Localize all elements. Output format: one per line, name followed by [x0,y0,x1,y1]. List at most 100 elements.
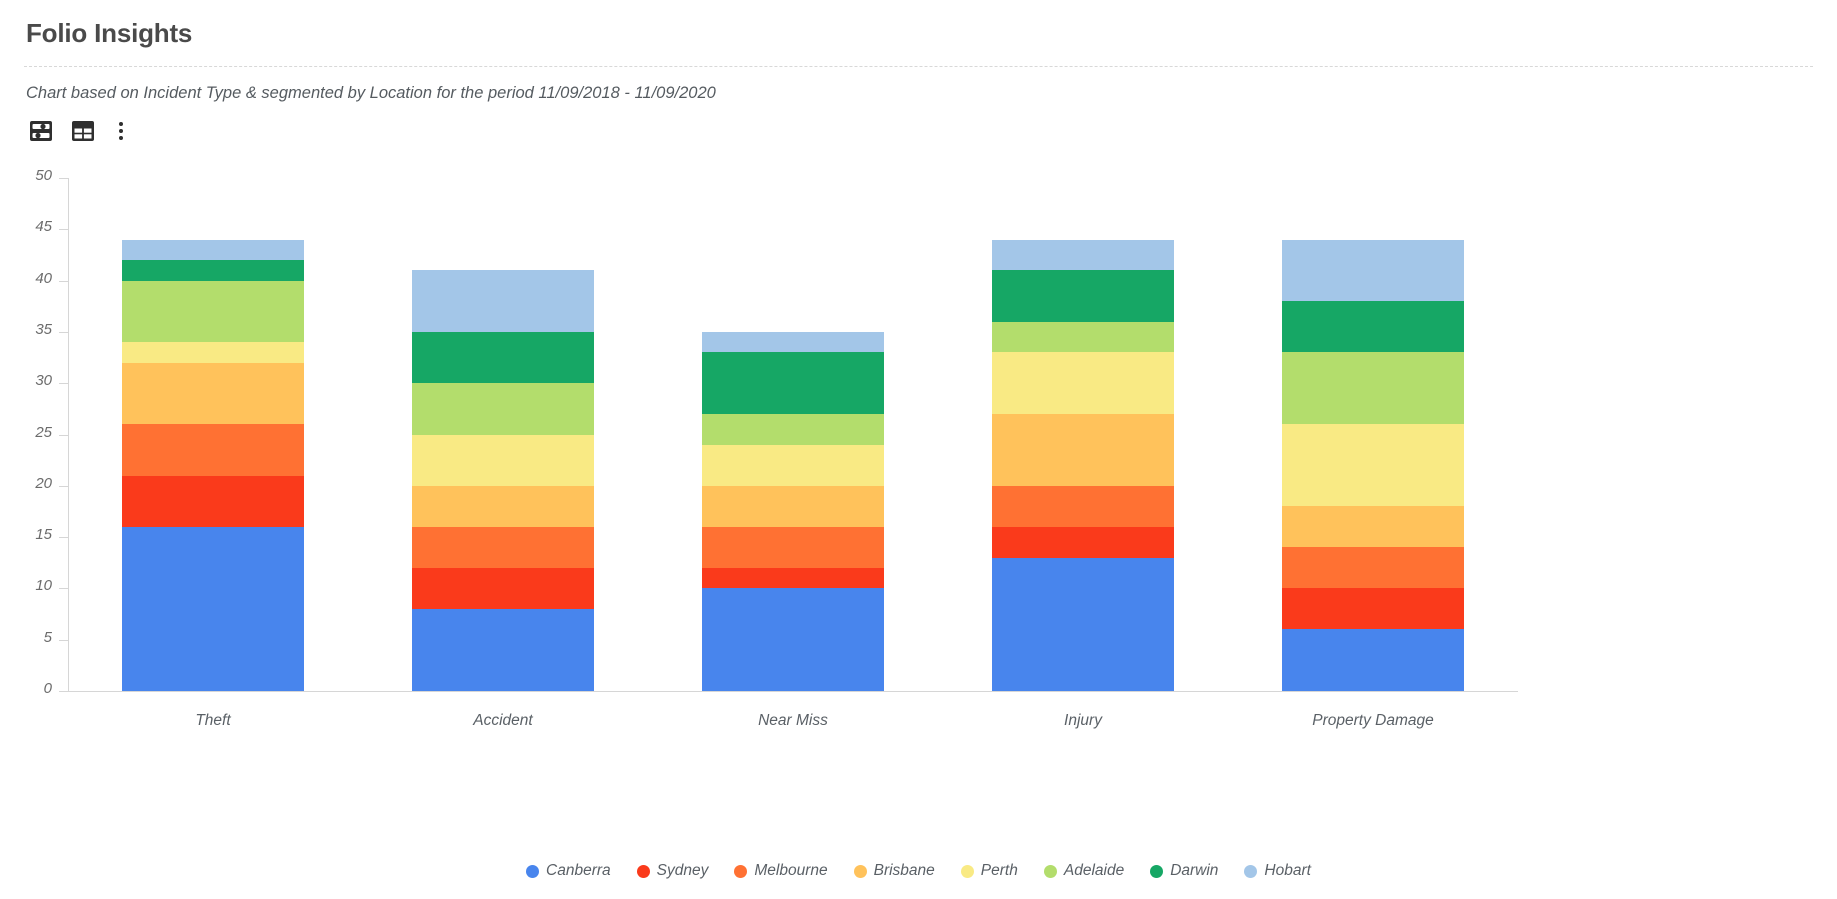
bar-segment[interactable] [412,383,594,435]
page-title: Folio Insights [26,18,193,48]
chart-subtitle: Chart based on Incident Type & segmented… [26,84,716,102]
y-axis-tick-label: 20 [35,474,52,492]
legend-color-dot [853,864,867,878]
bar-segment[interactable] [412,526,594,568]
legend-item[interactable]: Adelaide [1043,862,1125,880]
bar-segment[interactable] [702,352,884,415]
bar-segment[interactable] [702,567,884,589]
legend-label: Melbourne [754,862,828,879]
legend-color-dot [1150,864,1164,878]
bar-segment[interactable] [992,239,1174,271]
x-axis-line [68,691,1518,692]
stacked-bar[interactable] [992,239,1174,691]
bar-segment[interactable] [702,526,884,568]
bar-segment[interactable] [702,331,884,353]
legend-color-dot [636,864,650,878]
y-axis-tick-label: 25 [35,423,52,441]
stacked-bar-chart: 0 5 10 15 20 25 30 35 40 45 50 Theft Accident Near M… [0,160,1837,740]
y-axis-tick-mark [59,588,68,590]
x-axis-label: Near Miss [758,712,828,729]
bar-segment[interactable] [992,270,1174,322]
stacked-bar[interactable] [702,331,884,691]
bar-group: Injury [938,178,1228,729]
bar-segment[interactable] [412,270,594,332]
y-axis-tick-mark [59,485,68,487]
y-axis-tick-mark [59,178,68,179]
y-axis-tick-mark [59,537,68,539]
y-axis-tick-mark [59,229,68,231]
y-axis-tick-mark [59,280,68,282]
bar-segment[interactable] [702,444,884,486]
more-options-icon[interactable] [112,118,130,144]
legend-item[interactable]: Hobart [1244,862,1311,880]
bar-segment[interactable] [412,608,594,691]
x-axis-label: Injury [1064,712,1102,729]
legend-color-dot [1244,864,1258,878]
legend-item[interactable]: Perth [960,862,1018,880]
stacked-bar[interactable] [412,270,594,691]
bar-segment[interactable] [412,331,594,384]
table-view-icon[interactable] [70,118,96,144]
bar-segment[interactable] [992,414,1174,486]
y-axis-tick-label: 5 [43,628,52,646]
bar-segment[interactable] [1282,629,1464,691]
bar-segment[interactable] [122,424,304,476]
bar-segment[interactable] [1282,239,1464,302]
bar-segment[interactable] [992,485,1174,527]
bar-segment[interactable] [1282,424,1464,507]
stacked-bar[interactable] [1282,239,1464,691]
bar-segment[interactable] [122,260,304,281]
legend-color-dot [1043,864,1057,878]
legend-label: Darwin [1170,862,1219,879]
legend-label: Sydney [656,862,709,879]
x-axis-label: Property Damage [1312,712,1434,729]
y-axis-tick-label: 45 [35,218,52,236]
bar-segment[interactable] [1282,301,1464,353]
bar-segment[interactable] [1282,506,1464,548]
bar-segment[interactable] [412,485,594,527]
bar-segment[interactable] [412,434,594,486]
bar-segment[interactable] [122,280,304,343]
bar-segment[interactable] [992,352,1174,415]
y-axis-tick-mark [59,383,68,385]
bar-segment[interactable] [702,588,884,691]
bar-segment[interactable] [122,475,304,527]
legend-label: Brisbane [873,862,935,879]
legend-item[interactable]: Canberra [526,862,611,880]
chart-settings-icon[interactable] [28,118,54,144]
legend-color-dot [960,864,974,878]
bar-segment[interactable] [992,321,1174,353]
bar-groups: Theft Accident Near Miss Injury Property Dam… [68,178,1518,729]
bar-segment[interactable] [1282,352,1464,425]
bar-segment[interactable] [412,567,594,609]
legend-color-dot [734,864,748,878]
bar-group: Property Damage [1228,178,1518,729]
bar-segment[interactable] [992,557,1174,691]
legend-label: Canberra [546,862,611,879]
bar-segment[interactable] [122,239,304,261]
bar-group: Near Miss [648,178,938,729]
stacked-bar[interactable] [122,239,304,691]
bar-segment[interactable] [702,414,884,445]
bar-segment[interactable] [1282,588,1464,630]
bar-segment[interactable] [122,342,304,363]
legend-color-dot [526,864,540,878]
legend-label: Adelaide [1063,862,1125,879]
y-axis-tick-label: 30 [35,372,52,390]
bar-segment[interactable] [1282,547,1464,589]
bar-segment[interactable] [122,362,304,425]
bar-segment[interactable] [702,485,884,527]
y-axis-tick-label: 15 [35,526,52,544]
folio-insights-page: Folio Insights Chart based on Incident T… [0,0,1837,899]
legend-item[interactable]: Darwin [1150,862,1218,880]
y-axis-tick-mark [59,331,68,333]
y-axis-tick-label: 50 [35,167,52,184]
x-axis-label: Accident [473,712,533,729]
legend-item[interactable]: Sydney [636,862,709,880]
legend-item[interactable]: Brisbane [853,862,935,880]
chart-legend: Canberra Sydney Melbourne Brisbane Perth Adel… [0,862,1837,880]
bar-segment[interactable] [122,526,304,691]
bar-segment[interactable] [992,526,1174,558]
legend-item[interactable]: Melbourne [734,862,828,880]
legend-label: Perth [980,862,1018,879]
